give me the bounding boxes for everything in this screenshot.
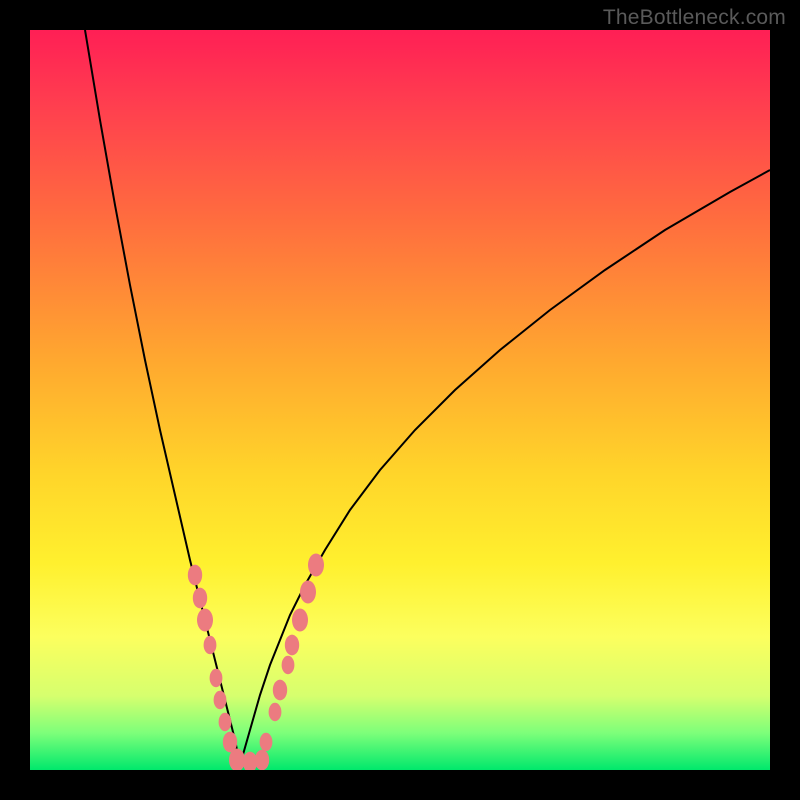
data-marker <box>282 656 295 674</box>
data-marker <box>193 588 207 609</box>
data-marker <box>219 713 232 731</box>
data-marker <box>188 565 202 586</box>
curve-left <box>85 30 240 765</box>
watermark-text: TheBottleneck.com <box>603 6 786 30</box>
data-marker <box>292 609 308 632</box>
data-marker <box>260 733 273 751</box>
data-marker <box>308 554 324 577</box>
data-marker <box>300 581 316 604</box>
data-marker <box>285 635 299 656</box>
data-marker <box>214 691 227 709</box>
data-markers <box>188 554 324 771</box>
data-marker <box>269 703 282 721</box>
plot-area <box>30 30 770 770</box>
chart-svg <box>30 30 770 770</box>
curve-right <box>240 170 770 765</box>
data-marker <box>255 750 269 770</box>
data-marker <box>273 680 287 701</box>
data-marker <box>210 669 223 687</box>
data-marker <box>204 636 217 654</box>
data-marker <box>197 609 213 632</box>
